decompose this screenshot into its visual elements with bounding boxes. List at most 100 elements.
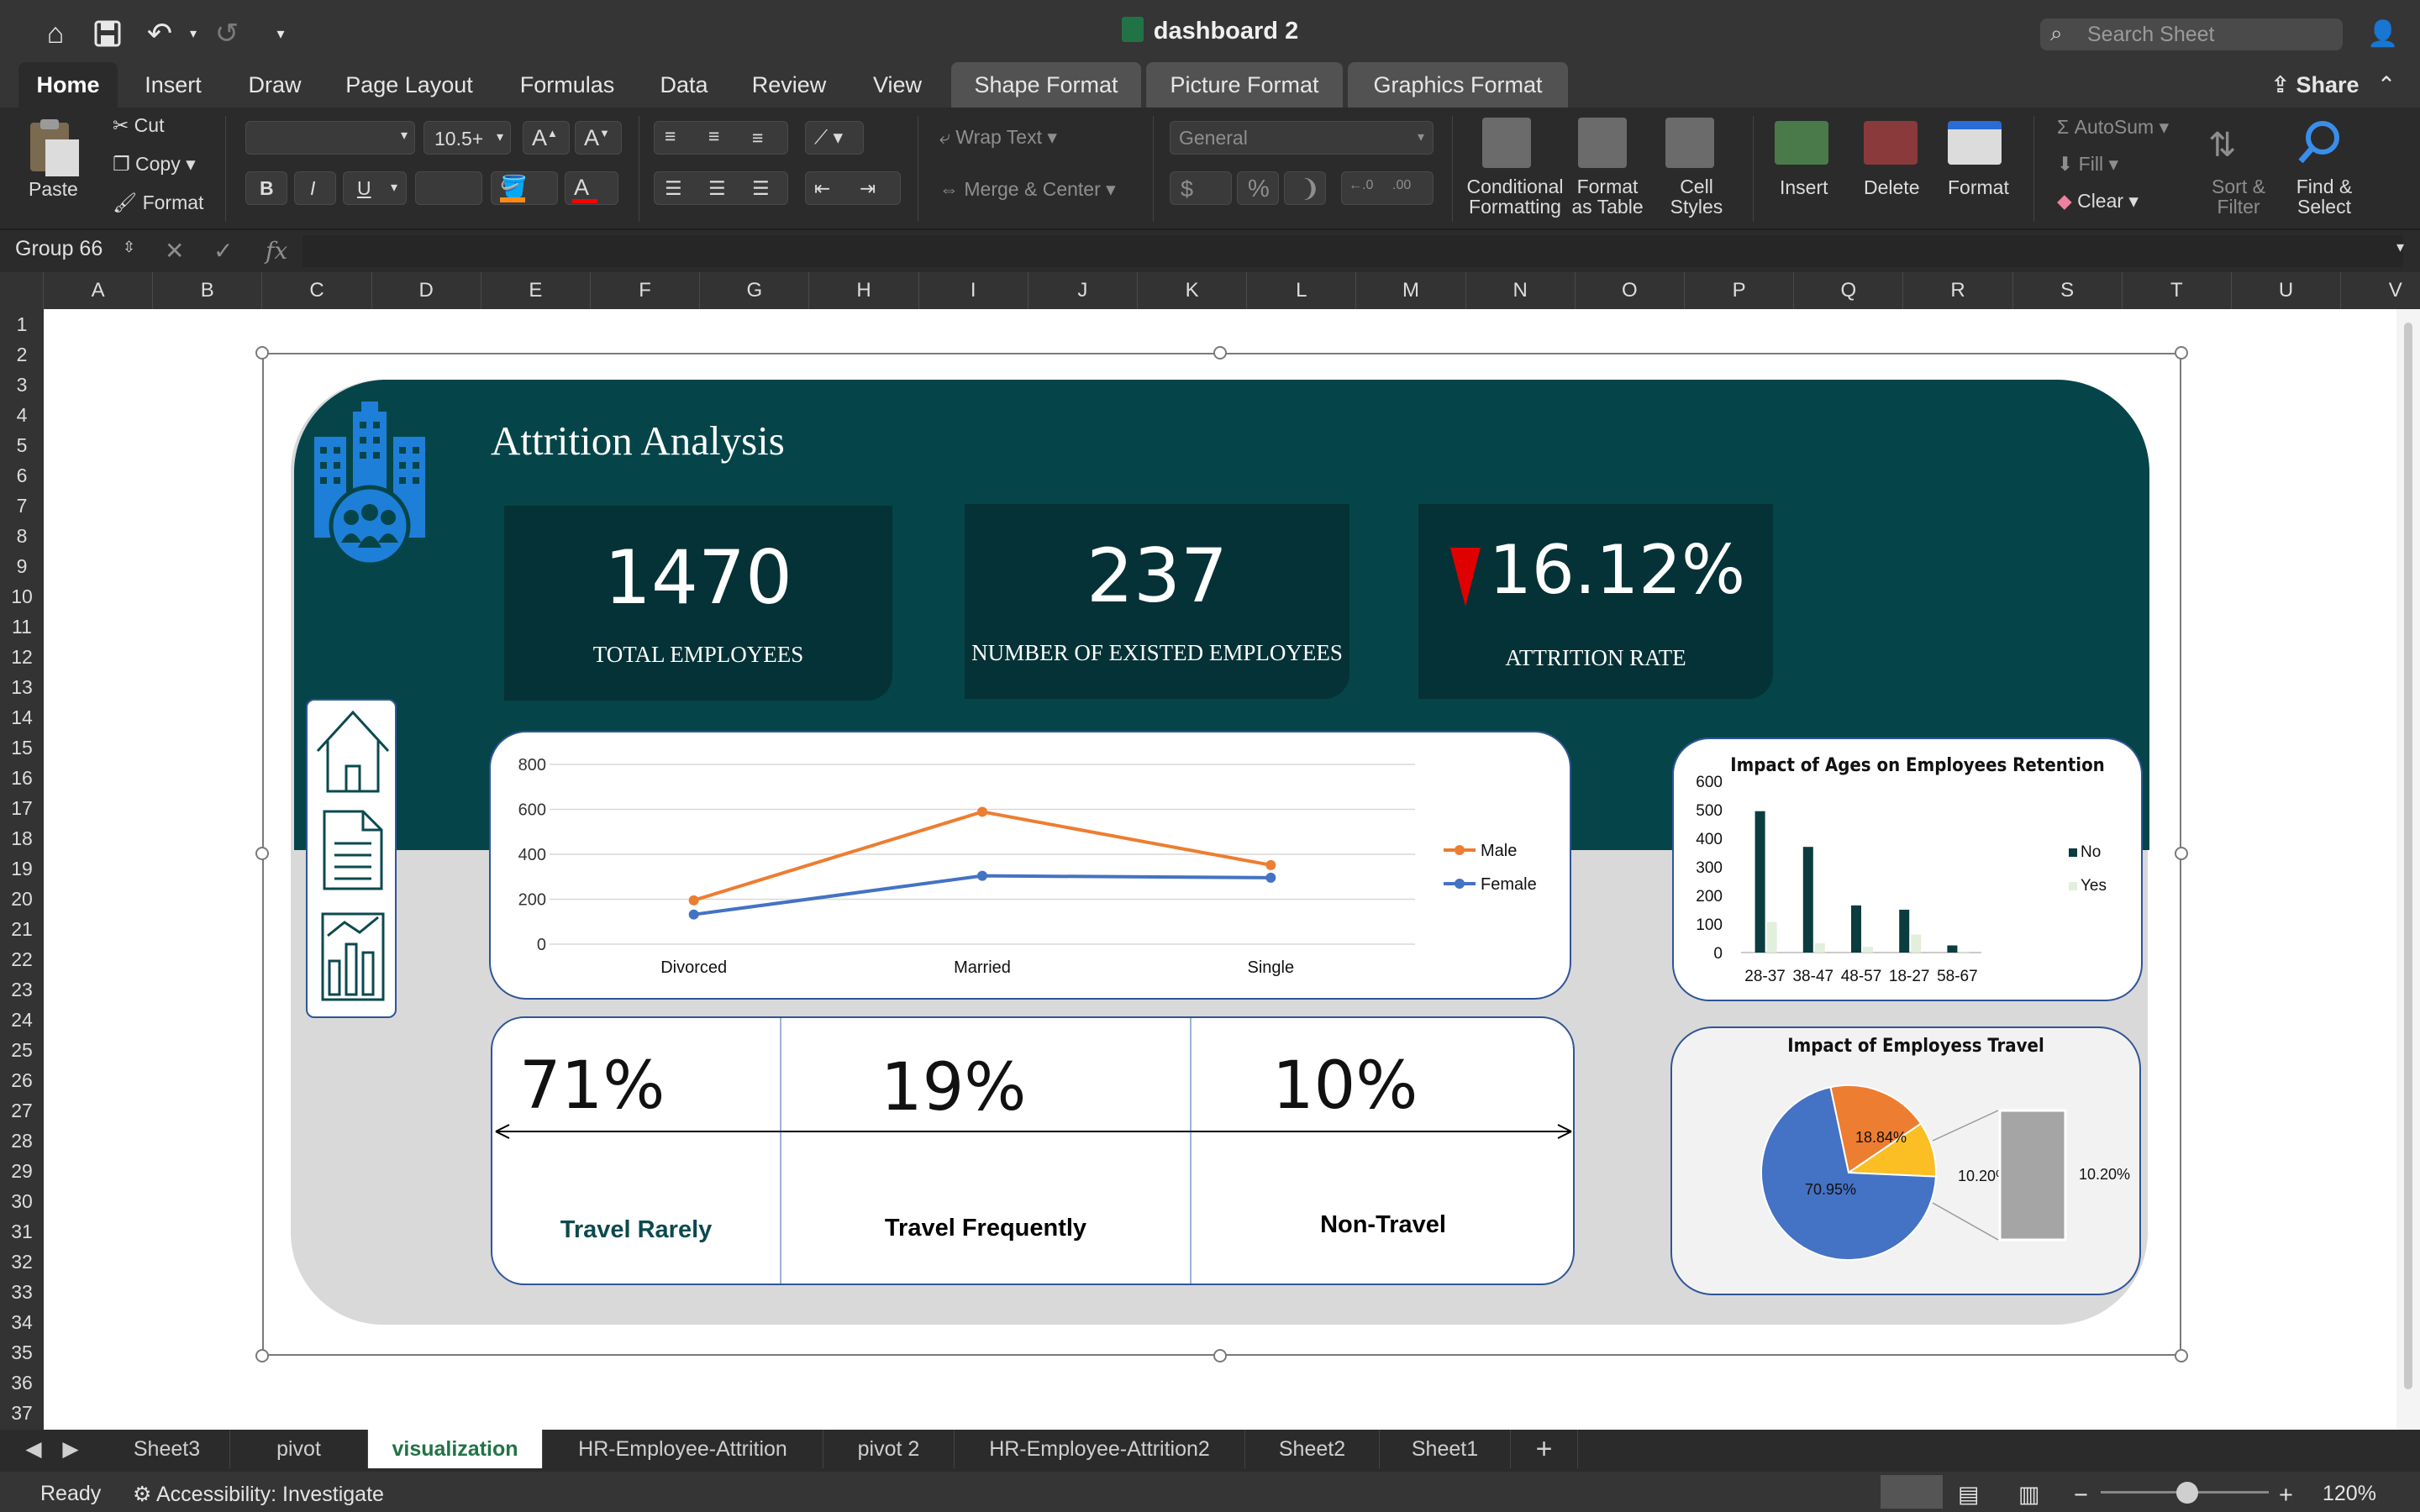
row-header[interactable]: 34 <box>0 1307 44 1337</box>
row-header[interactable]: 9 <box>0 551 44 581</box>
row-header[interactable]: 27 <box>0 1095 44 1126</box>
column-header[interactable]: F <box>591 272 701 309</box>
column-header[interactable]: D <box>372 272 481 309</box>
scroll-right-icon[interactable]: ▶ <box>54 1430 87 1468</box>
collapse-ribbon-icon[interactable]: ⌃ <box>2370 62 2403 108</box>
column-header[interactable]: K <box>1138 272 1248 309</box>
insert-cells-icon[interactable] <box>1775 121 1828 165</box>
row-header[interactable]: 28 <box>0 1126 44 1156</box>
row-header[interactable]: 16 <box>0 763 44 793</box>
resize-handle[interactable] <box>255 346 269 360</box>
tab-insert[interactable]: Insert <box>126 62 220 108</box>
increase-decimal-icon[interactable]: ←.0 <box>1349 178 1373 193</box>
align-left-icon[interactable]: ☰ <box>665 177 682 200</box>
column-header[interactable]: B <box>153 272 263 309</box>
fill-color-button[interactable]: 🪣 <box>491 171 558 205</box>
zoom-slider-thumb[interactable] <box>2176 1482 2198 1504</box>
increase-indent-icon[interactable]: ⇥ <box>860 177 876 200</box>
sheet-tab[interactable]: Sheet1 <box>1380 1430 1511 1468</box>
row-header[interactable]: 21 <box>0 914 44 944</box>
row-header[interactable]: 25 <box>0 1035 44 1065</box>
borders-button[interactable] <box>415 171 482 205</box>
row-header[interactable]: 31 <box>0 1216 44 1247</box>
cut-button[interactable]: ✂ Cut <box>113 114 164 137</box>
row-header[interactable]: 11 <box>0 612 44 642</box>
row-header[interactable]: 4 <box>0 400 44 430</box>
row-header[interactable]: 12 <box>0 642 44 672</box>
autosum-button[interactable]: Σ AutoSum ▾ <box>2057 116 2169 139</box>
enter-icon[interactable]: ✓ <box>213 237 233 265</box>
column-header[interactable]: E <box>481 272 591 309</box>
column-header[interactable]: P <box>1685 272 1795 309</box>
resize-handle[interactable] <box>2175 847 2188 860</box>
row-header[interactable]: 5 <box>0 430 44 460</box>
resize-handle[interactable] <box>2175 346 2188 360</box>
tab-shape-format[interactable]: Shape Format <box>951 62 1141 108</box>
sheet-tab[interactable]: HR-Employee-Attrition <box>543 1430 823 1468</box>
row-header[interactable]: 24 <box>0 1005 44 1035</box>
align-bottom-icon[interactable]: ≡ <box>752 127 763 150</box>
tab-picture-format[interactable]: Picture Format <box>1146 62 1343 108</box>
find-select-button[interactable]: Find & Select <box>2291 176 2358 217</box>
column-header[interactable]: R <box>1903 272 2013 309</box>
home-nav-icon[interactable] <box>313 707 393 795</box>
page-layout-view-icon[interactable]: ▤ <box>1958 1482 1980 1508</box>
sheet-tab[interactable]: pivot <box>230 1430 368 1468</box>
sort-filter-icon[interactable]: ⇅ <box>2208 126 2237 165</box>
accessibility-status[interactable]: ⚙ Accessibility: Investigate <box>133 1482 384 1507</box>
scroll-left-icon[interactable]: ◀ <box>17 1430 50 1468</box>
font-name-dropdown[interactable]: ▾ <box>245 121 415 155</box>
indent-group[interactable]: ⇤ ⇥ <box>805 171 901 205</box>
row-header[interactable]: 18 <box>0 823 44 853</box>
page-break-view-icon[interactable]: ▥ <box>2018 1482 2040 1508</box>
row-header[interactable]: 20 <box>0 884 44 914</box>
column-header[interactable]: V <box>2341 272 2420 309</box>
paste-label[interactable]: Paste <box>29 178 78 201</box>
column-header[interactable]: H <box>809 272 919 309</box>
align-middle-icon[interactable]: ≡ <box>708 125 719 148</box>
increase-font-button[interactable]: A▲ <box>523 121 570 155</box>
italic-button[interactable]: I <box>294 171 336 205</box>
scroll-thumb[interactable] <box>2404 323 2412 1389</box>
row-header[interactable]: 15 <box>0 732 44 763</box>
column-header[interactable]: M <box>1356 272 1466 309</box>
tab-data[interactable]: Data <box>645 62 723 108</box>
row-header[interactable]: 6 <box>0 460 44 491</box>
row-header[interactable]: 19 <box>0 853 44 884</box>
resize-handle[interactable] <box>2175 1349 2188 1362</box>
row-header[interactable]: 29 <box>0 1156 44 1186</box>
document-nav-icon[interactable] <box>319 808 387 892</box>
currency-button[interactable]: $ <box>1170 171 1232 205</box>
name-box-stepper-icon[interactable]: ⇳ <box>123 239 135 256</box>
vertical-align-group[interactable]: ≡ ≡ ≡ <box>654 121 788 155</box>
row-header[interactable]: 17 <box>0 793 44 823</box>
format-painter-button[interactable]: 🖌 Format <box>113 192 203 214</box>
zoom-in-icon[interactable]: + <box>2279 1482 2293 1509</box>
row-header[interactable]: 8 <box>0 521 44 551</box>
format-cells-button[interactable]: Format <box>1948 176 2009 199</box>
row-header[interactable]: 37 <box>0 1398 44 1428</box>
row-header[interactable]: 35 <box>0 1337 44 1368</box>
font-color-button[interactable]: A <box>565 171 618 205</box>
row-header[interactable]: 7 <box>0 491 44 521</box>
row-header[interactable]: 23 <box>0 974 44 1005</box>
decrease-decimal-icon[interactable]: .00 <box>1392 178 1411 193</box>
format-as-table-button[interactable]: Format as Table <box>1568 176 1647 217</box>
name-box[interactable]: Group 66 <box>15 237 103 261</box>
tab-draw[interactable]: Draw <box>229 62 321 108</box>
column-header[interactable]: A <box>44 272 154 309</box>
column-header[interactable]: L <box>1247 272 1357 309</box>
resize-handle[interactable] <box>1213 1349 1227 1362</box>
vertical-scrollbar[interactable] <box>2396 309 2420 1430</box>
cancel-icon[interactable]: ✕ <box>165 237 184 265</box>
copy-button[interactable]: ❐ Copy ▾ <box>113 153 196 176</box>
row-header[interactable]: 33 <box>0 1277 44 1307</box>
conditional-formatting-button[interactable]: Conditional Formatting <box>1465 176 1565 217</box>
search-sheet-input[interactable]: ⌕ Search Sheet <box>2040 18 2343 50</box>
sheet-tab[interactable]: pivot 2 <box>823 1430 955 1468</box>
format-as-table-icon[interactable] <box>1578 118 1627 168</box>
user-icon[interactable]: 👤 <box>2365 15 2402 52</box>
row-header[interactable]: 30 <box>0 1186 44 1216</box>
column-header[interactable]: Q <box>1794 272 1904 309</box>
sheet-tab-active[interactable]: visualization <box>368 1430 543 1468</box>
